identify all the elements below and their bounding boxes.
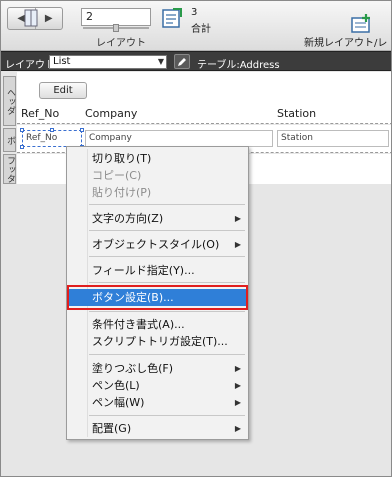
menu-separator xyxy=(89,230,245,231)
menu-separator xyxy=(89,415,245,416)
menu-item-label: コピー(C) xyxy=(92,169,142,182)
pen-icon[interactable] xyxy=(174,54,190,69)
menu-item-label: ペン幅(W) xyxy=(92,396,145,409)
menu-item-pen-color[interactable]: ペン色(L) ▶ xyxy=(68,377,247,394)
new-layout-icon[interactable] xyxy=(351,13,373,33)
menu-separator xyxy=(89,256,245,257)
part-tab-footer[interactable]: フッタ xyxy=(3,154,16,184)
record-total-label: 合計 xyxy=(191,24,211,35)
menu-item-label: 塗りつぶし色(F) xyxy=(92,362,174,375)
selection-handle[interactable] xyxy=(50,128,54,132)
book-icon xyxy=(24,9,38,27)
menu-separator xyxy=(89,204,245,205)
table-label: テーブル:Address xyxy=(197,60,280,71)
menu-item-conditional-formatting[interactable]: 条件付き書式(A)... xyxy=(68,316,247,333)
part-labels: ヘッダ ボ フッタ xyxy=(1,72,17,184)
submenu-arrow-icon: ▶ xyxy=(234,381,241,390)
next-record-button[interactable]: ▶ xyxy=(34,8,63,29)
menu-item-label: 条件付き書式(A)... xyxy=(92,318,185,331)
menu-item-label: スクリプトトリガ設定(T)... xyxy=(92,335,228,348)
menu-item-label: 貼り付け(P) xyxy=(92,186,152,199)
new-layout-label[interactable]: 新規レイアウト/レ xyxy=(304,34,387,49)
filemaker-window: ◀ ▶ 2 レイアウト 3 合計 新規レイアウト/レ レイアウト: List ▼… xyxy=(0,0,392,477)
chevron-down-icon: ▼ xyxy=(157,57,164,66)
selection-handle[interactable] xyxy=(80,128,84,132)
submenu-arrow-icon: ▶ xyxy=(234,398,241,407)
column-header-station: Station xyxy=(277,107,317,120)
menu-item-script-triggers[interactable]: スクリプトトリガ設定(T)... xyxy=(68,333,247,350)
menu-item-fill-color[interactable]: 塗りつぶし色(F) ▶ xyxy=(68,360,247,377)
menu-item-paste[interactable]: 貼り付け(P) xyxy=(68,184,247,201)
menu-separator xyxy=(89,282,245,283)
layout-mode-label: レイアウト xyxy=(96,38,146,49)
field-company[interactable]: Company xyxy=(85,130,273,147)
records-icon xyxy=(162,8,182,28)
menu-separator xyxy=(89,354,245,355)
submenu-arrow-icon: ▶ xyxy=(234,364,241,373)
record-slider-thumb[interactable] xyxy=(113,24,119,32)
column-header-ref-no: Ref_No xyxy=(21,107,60,120)
column-header-company: Company xyxy=(85,107,138,120)
header-part: Edit Ref_No Company Station xyxy=(17,72,391,124)
layout-select[interactable]: List ▼ xyxy=(49,55,167,69)
selection-handle[interactable] xyxy=(20,145,24,149)
field-ref-no[interactable]: Ref_No xyxy=(22,130,82,147)
menu-item-copy[interactable]: コピー(C) xyxy=(68,167,247,184)
part-tab-body[interactable]: ボ xyxy=(3,128,16,152)
menu-item-object-style[interactable]: オブジェクトスタイル(O) ▶ xyxy=(68,236,247,253)
menu-item-label: オブジェクトスタイル(O) xyxy=(92,238,220,251)
submenu-arrow-icon: ▶ xyxy=(234,214,241,223)
highlight-annotation-frame xyxy=(67,285,248,310)
record-total-count: 3 xyxy=(191,7,198,18)
menu-item-label: 文字の方向(Z) xyxy=(92,212,164,225)
menu-item-label: ペン色(L) xyxy=(92,379,140,392)
selection-handle[interactable] xyxy=(20,128,24,132)
layout-bar: レイアウト: List ▼ テーブル:Address xyxy=(1,51,391,71)
menu-item-label: 切り取り(T) xyxy=(92,152,152,165)
menu-item-arrange[interactable]: 配置(G) ▶ xyxy=(68,420,247,437)
menu-item-field-specify[interactable]: フィールド指定(Y)... xyxy=(68,262,247,279)
menu-item-cut[interactable]: 切り取り(T) xyxy=(68,150,247,167)
menu-item-pen-width[interactable]: ペン幅(W) ▶ xyxy=(68,394,247,411)
status-toolbar: ◀ ▶ 2 レイアウト 3 合計 新規レイアウト/レ xyxy=(1,1,391,51)
edit-button[interactable]: Edit xyxy=(39,82,87,99)
menu-item-label: 配置(G) xyxy=(92,422,132,435)
submenu-arrow-icon: ▶ xyxy=(234,240,241,249)
pen-glyph-icon xyxy=(178,57,186,66)
menu-separator xyxy=(89,311,245,312)
submenu-arrow-icon: ▶ xyxy=(234,424,241,433)
part-tab-header[interactable]: ヘッダ xyxy=(3,76,16,126)
layout-select-value: List xyxy=(53,56,71,67)
menu-item-label: フィールド指定(Y)... xyxy=(92,264,195,277)
menu-item-text-direction[interactable]: 文字の方向(Z) ▶ xyxy=(68,210,247,227)
field-station[interactable]: Station xyxy=(277,130,389,147)
